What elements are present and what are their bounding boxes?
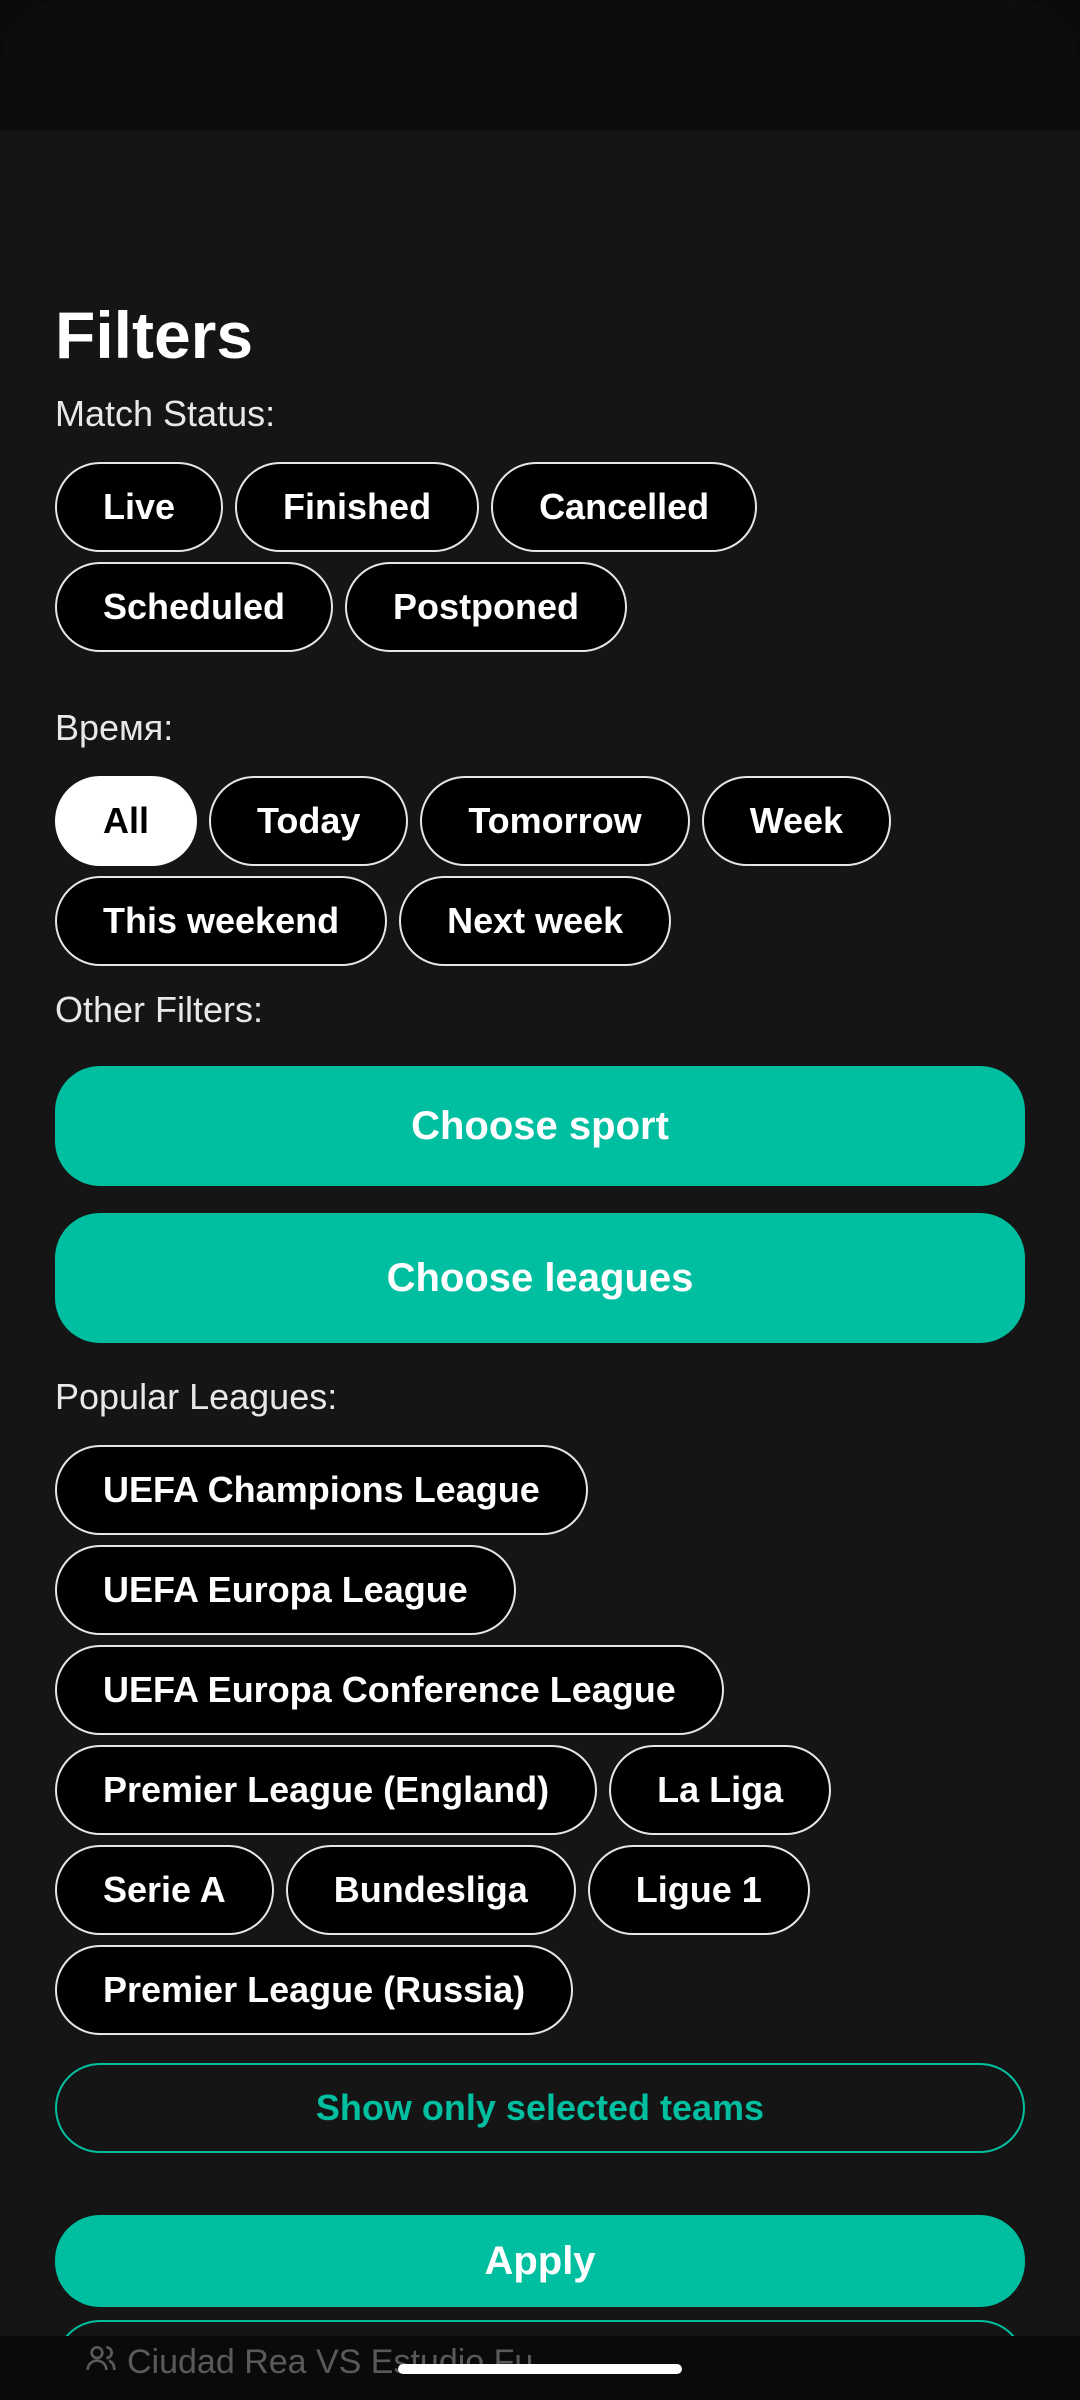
chip-next-week[interactable]: Next week (399, 876, 672, 966)
chip-ligue-1[interactable]: Ligue 1 (587, 1845, 810, 1935)
sheet-header-band (0, 0, 1080, 131)
chip-premier-league-russia[interactable]: Premier League (Russia) (55, 1945, 574, 2035)
home-indicator[interactable] (398, 2364, 682, 2374)
chip-la-liga[interactable]: La Liga (609, 1745, 832, 1835)
chip-uefa-champions-league[interactable]: UEFA Champions League (55, 1445, 588, 1535)
chip-finished[interactable]: Finished (235, 462, 480, 552)
users-icon (85, 2342, 117, 2383)
chip-bundesliga[interactable]: Bundesliga (285, 1845, 576, 1935)
background-match-text: Ciudad Rea VS Estudio Fu (127, 2343, 534, 2381)
time-label: Время: (55, 707, 174, 748)
chip-week[interactable]: Week (701, 776, 892, 866)
popular-leagues-chips: UEFA Champions League UEFA Europa League… (55, 1445, 1025, 2035)
choose-sport-button[interactable]: Choose sport (55, 1066, 1025, 1186)
time-chips: All Today Tomorrow Week This weekend Nex… (55, 776, 1025, 966)
filters-content: Filters Match Status: Live Finished Canc… (55, 290, 1025, 2307)
match-status-label: Match Status: (55, 393, 276, 434)
filters-sheet: Filters Match Status: Live Finished Canc… (0, 0, 1080, 2400)
page-title: Filters (55, 298, 254, 372)
chip-uefa-europa-conference-league[interactable]: UEFA Europa Conference League (55, 1645, 724, 1735)
chip-all[interactable]: All (55, 776, 198, 866)
chip-postponed[interactable]: Postponed (345, 562, 628, 652)
choose-leagues-button[interactable]: Choose leagues (55, 1213, 1025, 1343)
popular-leagues-label: Popular Leagues: (55, 1376, 338, 1417)
chip-scheduled[interactable]: Scheduled (55, 562, 334, 652)
chip-tomorrow[interactable]: Tomorrow (420, 776, 690, 866)
chip-cancelled[interactable]: Cancelled (491, 462, 758, 552)
chip-serie-a[interactable]: Serie A (55, 1845, 274, 1935)
chip-live[interactable]: Live (55, 462, 224, 552)
chip-uefa-europa-league[interactable]: UEFA Europa League (55, 1545, 516, 1635)
chip-this-weekend[interactable]: This weekend (55, 876, 388, 966)
background-match-row: Ciudad Rea VS Estudio Fu (85, 2342, 533, 2383)
chip-premier-league-england[interactable]: Premier League (England) (55, 1745, 598, 1835)
apply-button[interactable]: Apply (55, 2215, 1025, 2307)
match-status-chips: Live Finished Cancelled Scheduled Postpo… (55, 462, 1025, 652)
chip-today[interactable]: Today (209, 776, 409, 866)
other-filters-label: Other Filters: (55, 989, 264, 1030)
show-only-selected-teams-button[interactable]: Show only selected teams (55, 2063, 1025, 2153)
